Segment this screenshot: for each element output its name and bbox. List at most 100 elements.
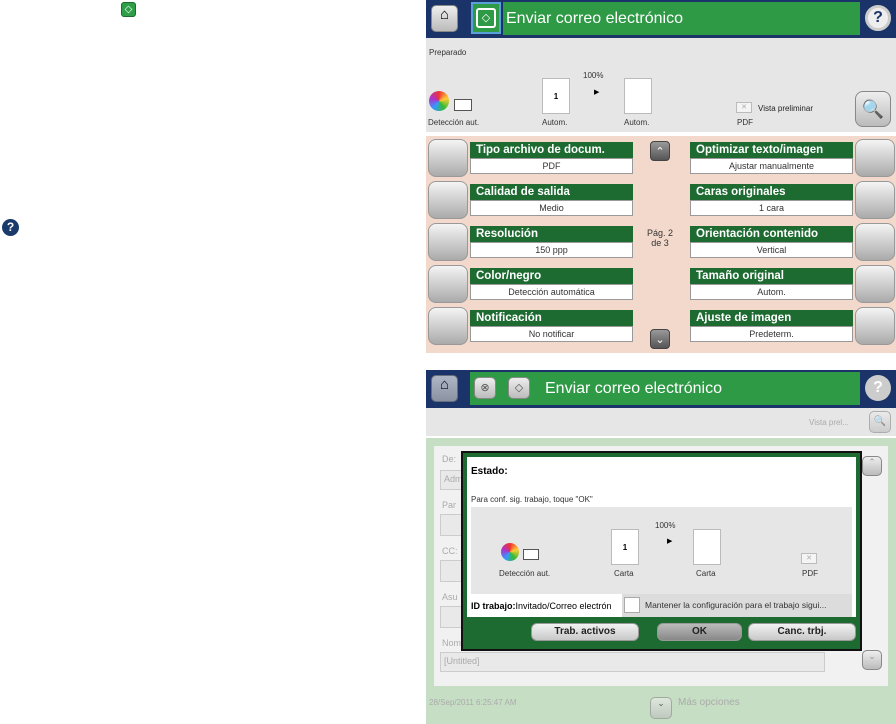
option-left-1[interactable]: Calidad de salida Medio	[428, 181, 633, 219]
option-value: No notificar	[470, 326, 633, 342]
original-page: 1	[611, 529, 639, 565]
start-button[interactable]: ◇	[471, 2, 501, 34]
filename-field[interactable]: [Untitled]	[440, 652, 825, 672]
dialog-message: Para conf. sig. trabajo, toque "OK"	[471, 495, 593, 504]
option-value: Predeterm.	[690, 326, 853, 342]
color-icon	[428, 265, 468, 303]
status-text: Preparado	[429, 48, 467, 57]
copy-page	[624, 78, 652, 114]
option-title: Optimizar texto/imagen	[690, 142, 853, 158]
option-value: PDF	[470, 158, 633, 174]
keep-settings-checkbox[interactable]	[624, 597, 640, 613]
status-dialog: Estado: Para conf. sig. trabajo, toque "…	[461, 451, 862, 651]
title-bar: ⊗ ◇ Enviar correo electrónico	[470, 372, 860, 405]
option-title: Orientación contenido	[690, 226, 853, 242]
paper-icon	[454, 99, 472, 111]
color-label: Detección aut.	[428, 118, 480, 127]
help-icon: ?	[2, 219, 19, 236]
file-label: PDF	[802, 569, 818, 578]
stop-button[interactable]: ⊗	[474, 377, 496, 399]
option-right-0[interactable]: Optimizar texto/imagen Ajustar manualment…	[690, 139, 895, 177]
job-id: ID trabajo:Invitado/Correo electrón	[471, 601, 612, 611]
option-title: Caras originales	[690, 184, 853, 200]
preview-bar: Vista prel... 🔍	[426, 408, 896, 436]
preview-label: Vista prel...	[809, 418, 849, 427]
active-jobs-button[interactable]: Trab. activos	[531, 623, 639, 641]
start-icon: ◇	[476, 8, 496, 28]
resolution-icon	[428, 223, 468, 261]
option-right-4[interactable]: Ajuste de imagen Predeterm.	[690, 307, 895, 345]
timestamp: 28/Sep/2011 6:25:47 AM	[429, 698, 517, 707]
status-bar: Preparado 100% ▶ Detección aut. 1 Autom.…	[426, 38, 896, 132]
option-value: 1 cara	[690, 200, 853, 216]
option-title: Color/negro	[470, 268, 633, 284]
job-summary: 100% ▶ Detección aut. 1 Carta Carta ✕ PD…	[471, 507, 852, 594]
original-label: Autom.	[542, 118, 568, 127]
scale-value: 100%	[655, 521, 676, 530]
option-value: Medio	[470, 200, 633, 216]
to-label: Par	[442, 500, 457, 510]
option-right-2[interactable]: Orientación contenido Vertical	[690, 223, 895, 261]
option-value: Autom.	[690, 284, 853, 300]
orientation-icon	[855, 223, 895, 261]
start-button-disabled: ◇	[508, 377, 530, 399]
home-button[interactable]: ⌂	[431, 5, 458, 32]
option-title: Resolución	[470, 226, 633, 242]
name-label: Nom	[442, 638, 462, 648]
preview-label: Vista preliminar	[758, 104, 813, 113]
cancel-job-button[interactable]: Canc. trbj.	[748, 623, 856, 641]
email-icon: ✕	[801, 553, 817, 564]
option-title: Ajuste de imagen	[690, 310, 853, 326]
home-button-disabled: ⌂	[431, 375, 458, 402]
screen-title: Enviar correo electrónico	[545, 380, 722, 397]
help-button[interactable]: ?	[865, 5, 891, 31]
option-right-1[interactable]: Caras originales 1 cara	[690, 181, 895, 219]
screen-title: Enviar correo electrónico	[503, 2, 860, 35]
magnifier-icon: 🔍	[861, 99, 885, 119]
option-left-0[interactable]: Tipo archivo de docum. PDF	[428, 139, 633, 177]
dialog-heading: Estado:	[471, 466, 508, 477]
option-value: Vertical	[690, 242, 853, 258]
magnifier-icon: 🔍	[873, 416, 887, 427]
original-label: Carta	[614, 569, 634, 578]
preview-button[interactable]: 🔍	[869, 411, 891, 433]
option-title: Calidad de salida	[470, 184, 633, 200]
option-title: Notificación	[470, 310, 633, 326]
option-left-4[interactable]: Notificación No notificar	[428, 307, 633, 345]
keep-settings-row[interactable]: Mantener la configuración para el trabaj…	[622, 594, 852, 617]
option-value: 150 ppp	[470, 242, 633, 258]
more-options-button[interactable]: ⌄	[650, 697, 672, 719]
job-id-label: ID trabajo:	[471, 601, 516, 611]
color-icon	[501, 543, 519, 561]
more-options-label: Más opciones	[678, 697, 740, 708]
form-scroll-down[interactable]: ⌄	[862, 650, 882, 670]
home-icon: ⌂	[439, 6, 450, 23]
option-right-3[interactable]: Tamaño original Autom.	[690, 265, 895, 303]
notification-icon	[428, 307, 468, 345]
sides-icon	[855, 181, 895, 219]
preview-button[interactable]: 🔍	[855, 91, 891, 127]
options-area: ⌃ ⌄ Pág. 2 de 3 Tipo archivo de docum. PD…	[426, 136, 896, 353]
document-icon	[428, 139, 468, 177]
paper-icon	[523, 549, 539, 560]
color-icon	[429, 91, 449, 111]
subject-label: Asu	[442, 592, 458, 602]
form-scroll-up[interactable]: ⌃	[862, 456, 882, 476]
copy-label: Autom.	[624, 118, 650, 127]
option-left-2[interactable]: Resolución 150 ppp	[428, 223, 633, 261]
color-label: Detección aut.	[499, 569, 551, 578]
option-value: Ajustar manualmente	[690, 158, 853, 174]
scroll-down-button[interactable]: ⌄	[650, 329, 670, 349]
scale-value: 100%	[583, 71, 604, 80]
quality-icon	[428, 181, 468, 219]
option-title: Tipo archivo de docum.	[470, 142, 633, 158]
option-title: Tamaño original	[690, 268, 853, 284]
file-label: PDF	[737, 118, 753, 127]
scroll-up-button[interactable]: ⌃	[650, 141, 670, 161]
help-button[interactable]: ?	[865, 375, 891, 401]
option-left-3[interactable]: Color/negro Detección automática	[428, 265, 633, 303]
size-icon	[855, 265, 895, 303]
original-page: 1	[542, 78, 570, 114]
ok-button[interactable]: OK	[657, 623, 742, 641]
from-label: De:	[442, 454, 457, 464]
